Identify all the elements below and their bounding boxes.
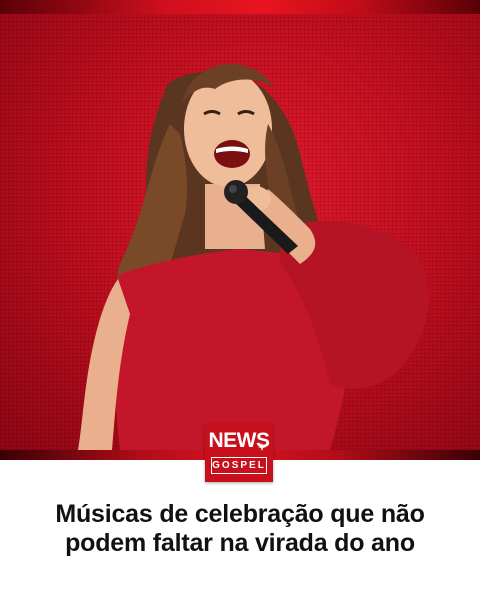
headline-line-1: Músicas de celebração que não [55,500,425,528]
singer-illustration [78,63,430,450]
headline: Músicas de celebração que não podem falt… [0,500,480,558]
news-gospel-logo: NEWS GOSPEL [205,424,273,482]
news-post: NEWS GOSPEL Músicas de celebração que nã… [0,0,480,600]
sparkle-icon [258,443,266,451]
hero-photo [0,14,480,450]
top-accent-bar [0,0,480,14]
logo-gospel-text: GOSPEL [211,457,267,474]
headline-line-2: podem faltar na virada do ano [65,529,415,557]
